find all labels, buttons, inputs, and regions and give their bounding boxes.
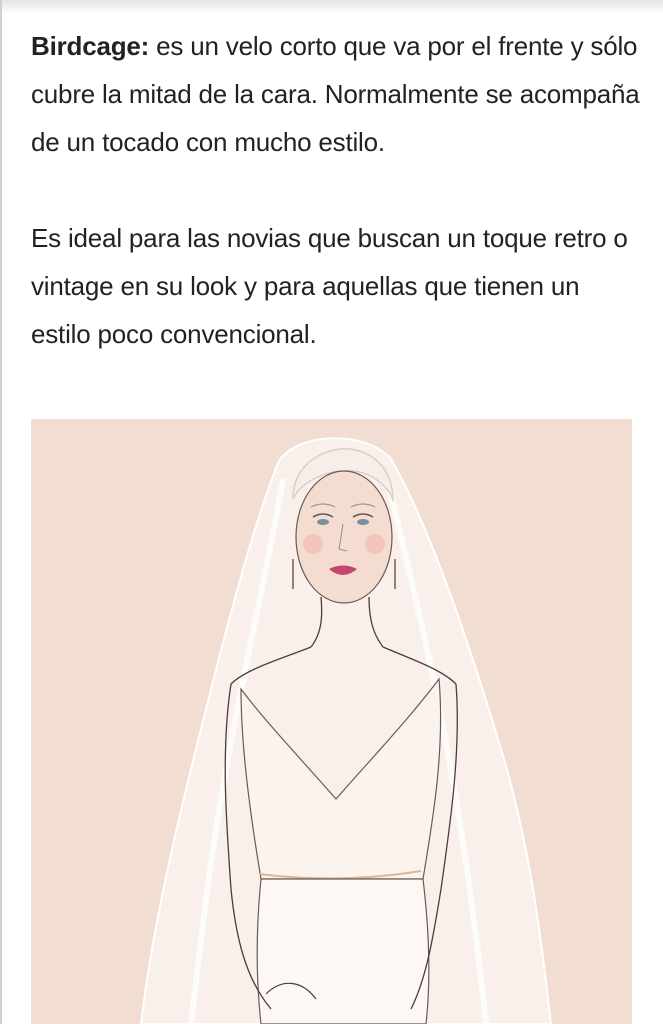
- top-shadow: [0, 0, 663, 14]
- article-body: Birdcage: es un velo corto que va por el…: [31, 22, 641, 358]
- bride-veil-drawing: [31, 419, 632, 1024]
- birdcage-paragraph: Birdcage: es un velo corto que va por el…: [31, 22, 641, 166]
- term-birdcage: Birdcage:: [31, 31, 150, 61]
- ideal-for-paragraph: Es ideal para las novias que buscan un t…: [31, 223, 628, 349]
- page-edge: [0, 0, 2, 1024]
- bride-illustration[interactable]: [31, 419, 632, 1024]
